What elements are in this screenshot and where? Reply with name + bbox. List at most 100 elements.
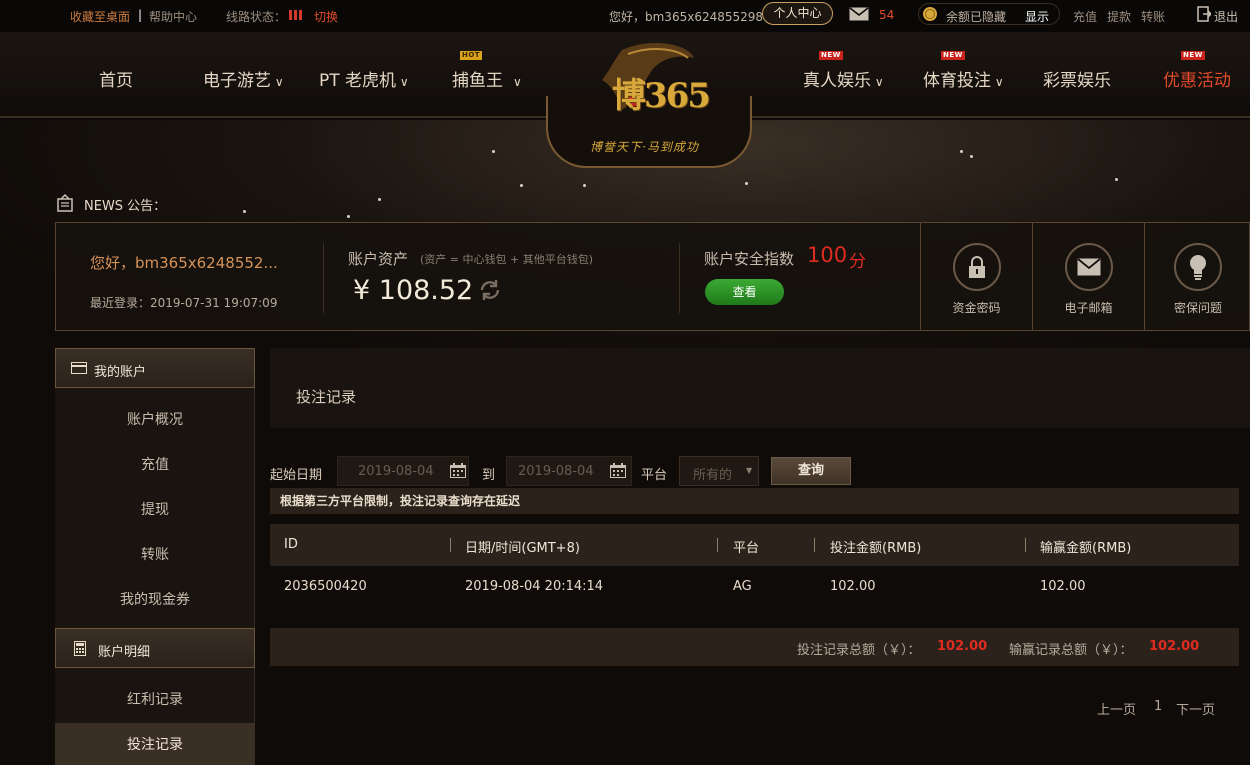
sidebar-item-deposit[interactable]: 充值 [55, 454, 255, 474]
switch-line-link[interactable]: 切换 [314, 8, 338, 25]
column-separator [717, 538, 718, 552]
nav-promotions[interactable]: 优惠活动 [1163, 66, 1231, 91]
chevron-down-icon: ∨ [396, 75, 409, 89]
withdraw-link[interactable]: 提款 [1107, 8, 1131, 25]
cell-id: 2036500420 [284, 579, 367, 594]
nav-live-label: 真人娱乐 [803, 71, 871, 91]
main-header-bg [270, 348, 1250, 428]
account-greeting: 您好，bm365x6248552... [90, 254, 278, 272]
sidebar-header-my-account[interactable]: 我的账户 [55, 348, 255, 388]
logout-icon[interactable] [1197, 6, 1213, 25]
mail-icon[interactable] [849, 7, 869, 24]
sidebar-item-bonus-records[interactable]: 红利记录 [55, 689, 255, 709]
page-number[interactable]: 1 [1154, 699, 1162, 714]
delay-notice: 根据第三方平台限制，投注记录查询存在延迟 [270, 488, 1239, 514]
table-row: 2036500420 2019-08-04 20:14:14 AG 102.00… [270, 566, 1239, 608]
nav-fishing-label: 捕鱼王 [452, 71, 503, 91]
logo-text: 博365 [612, 76, 711, 116]
page-title: 投注记录 [296, 388, 357, 406]
sidebar-item-transfer[interactable]: 转账 [55, 544, 255, 564]
nav-lottery[interactable]: 彩票娱乐 [1043, 66, 1111, 91]
sidebar-header-account-details[interactable]: 账户明细 [55, 628, 255, 668]
win-total-value: 102.00 [1149, 639, 1200, 654]
account-info-panel: 您好，bm365x6248552... 最近登录：2019-07-31 19:0… [55, 222, 1250, 331]
start-date-input[interactable]: 2019-08-04 [337, 456, 469, 486]
col-header-bet-amount: 投注金额(RMB) [830, 541, 922, 556]
col-header-id: ID [284, 537, 298, 552]
assets-note: (资产 = 中心钱包 + 其他平台钱包) [420, 253, 594, 266]
caret-down-icon: ▼ [746, 466, 753, 475]
nav-home[interactable]: 首页 [99, 66, 133, 91]
sidebar: 我的账户 账户概况 充值 提现 转账 我的现金券 账户明细 红利记录 投注记录 [55, 348, 255, 765]
last-login: 最近登录：2019-07-31 19:07:09 [90, 296, 278, 310]
new-badge: NEW [1181, 51, 1205, 60]
sidebar-item-overview[interactable]: 账户概况 [55, 409, 255, 429]
nav-fishing[interactable]: 捕鱼王 ∨ [452, 66, 522, 91]
start-date-label: 起始日期 [270, 468, 323, 483]
chevron-down-icon: ∨ [871, 75, 884, 89]
transfer-link[interactable]: 转账 [1141, 8, 1165, 25]
nav-live[interactable]: 真人娱乐 ∨ [803, 66, 884, 91]
security-score: 100 [807, 243, 848, 267]
new-badge: NEW [941, 51, 965, 60]
chevron-down-icon: ∨ [271, 75, 284, 89]
next-page-link[interactable]: 下一页 [1176, 699, 1215, 718]
show-balance-button[interactable]: 显示 [1025, 8, 1049, 25]
chevron-down-icon: ∨ [991, 75, 1004, 89]
new-badge: NEW [819, 51, 843, 60]
sidebar-item-coupons[interactable]: 我的现金券 [55, 589, 255, 609]
sidebar-item-bet-records[interactable]: 投注记录 [55, 734, 255, 754]
cell-win-amount: 102.00 [1040, 579, 1086, 594]
mail-count: 54 [879, 8, 895, 22]
calendar-icon[interactable] [450, 463, 466, 482]
platform-select[interactable]: 所有的 ▼ [679, 456, 759, 486]
security-question-label: 密保问题 [1173, 301, 1222, 315]
fund-password-label: 资金密码 [952, 301, 1001, 315]
nav-pt-slots-label: PT 老虎机 [319, 71, 397, 91]
sidebar-header-label: 我的账户 [94, 365, 147, 380]
totals-bar: 投注记录总额（￥）： 102.00 输赢记录总额（￥）： 102.00 [270, 628, 1239, 666]
email-item[interactable]: 电子邮箱 [1032, 223, 1144, 331]
assets-label: 账户资产 [348, 250, 409, 268]
personal-center-button[interactable]: 个人中心 [762, 2, 833, 25]
lock-icon [952, 243, 1001, 291]
security-question-item[interactable]: 密保问题 [1144, 223, 1250, 331]
divider [323, 243, 324, 313]
cell-bet-amount: 102.00 [830, 579, 876, 594]
platform-value: 所有的 [693, 468, 733, 483]
query-button[interactable]: 查询 [771, 457, 851, 485]
security-unit: 分 [849, 252, 866, 272]
logout-link[interactable]: 退出 [1214, 8, 1238, 25]
refresh-icon[interactable] [478, 278, 502, 306]
col-header-platform: 平台 [733, 541, 760, 556]
prev-page-link[interactable]: 上一页 [1097, 699, 1136, 718]
bet-total-label: 投注记录总额（￥）： [797, 643, 921, 658]
chevron-down-icon: ∨ [513, 75, 522, 89]
help-center-link[interactable]: 帮助中心 [149, 8, 197, 25]
platform-label: 平台 [641, 468, 668, 483]
column-separator [1025, 538, 1026, 552]
col-header-win-amount: 输赢金额(RMB) [1040, 541, 1132, 556]
divider [679, 243, 680, 313]
user-greeting: 您好，bm365x624855298 [609, 10, 764, 24]
fund-password-item[interactable]: 资金密码 [920, 223, 1032, 331]
nav-sports[interactable]: 体育投注 ∨ [923, 66, 1004, 91]
top-bar: 收藏至桌面 | 帮助中心 线路状态： 切换 您好，bm365x624855298… [0, 0, 1250, 32]
mail-icon [1064, 243, 1113, 291]
cell-platform: AG [733, 579, 752, 594]
calendar-icon[interactable] [610, 463, 626, 482]
bookmark-link[interactable]: 收藏至桌面 [70, 8, 130, 25]
sidebar-item-withdraw[interactable]: 提现 [55, 499, 255, 519]
nav-pt-slots[interactable]: PT 老虎机 ∨ [319, 66, 409, 91]
table-header: ID 日期/时间(GMT+8) 平台 投注金额(RMB) 输赢金额(RMB) [270, 524, 1239, 566]
card-icon [71, 362, 87, 378]
deposit-link[interactable]: 充值 [1073, 8, 1097, 25]
to-label: 到 [482, 468, 496, 483]
col-header-datetime: 日期/时间(GMT+8) [465, 541, 580, 556]
news-label: NEWS 公告： [84, 199, 167, 214]
end-date-input[interactable]: 2019-08-04 [506, 456, 632, 486]
view-security-button[interactable]: 查看 [705, 279, 784, 305]
hot-badge: HOT [460, 51, 483, 60]
sidebar-header-label: 账户明细 [98, 645, 151, 660]
nav-egames[interactable]: 电子游艺 ∨ [203, 66, 284, 91]
